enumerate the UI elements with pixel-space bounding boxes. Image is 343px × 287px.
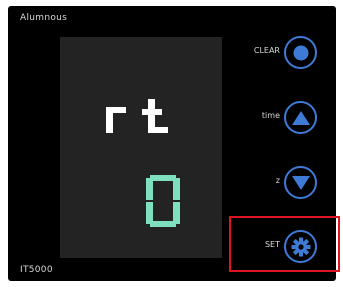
down-label: z [275, 176, 280, 185]
device-name: Alumnous [20, 13, 68, 23]
display-line-2-text: 0 [146, 175, 147, 176]
up-label: time [261, 111, 280, 120]
display-line-1: rt [104, 99, 184, 135]
clear-label: CLEAR [253, 46, 280, 55]
up-button[interactable] [284, 101, 317, 134]
display-line-2: 0 [146, 175, 180, 227]
set-highlight-box [229, 216, 340, 272]
down-button[interactable] [284, 166, 317, 199]
circle-icon [293, 45, 308, 60]
up-triangle-icon [291, 110, 310, 125]
down-triangle-icon [291, 175, 310, 190]
clear-button[interactable] [284, 36, 317, 69]
model-code: IT5000 [20, 265, 53, 275]
display-line-1-text: rt [104, 99, 105, 100]
lcd-display: rt 0 [60, 37, 222, 258]
